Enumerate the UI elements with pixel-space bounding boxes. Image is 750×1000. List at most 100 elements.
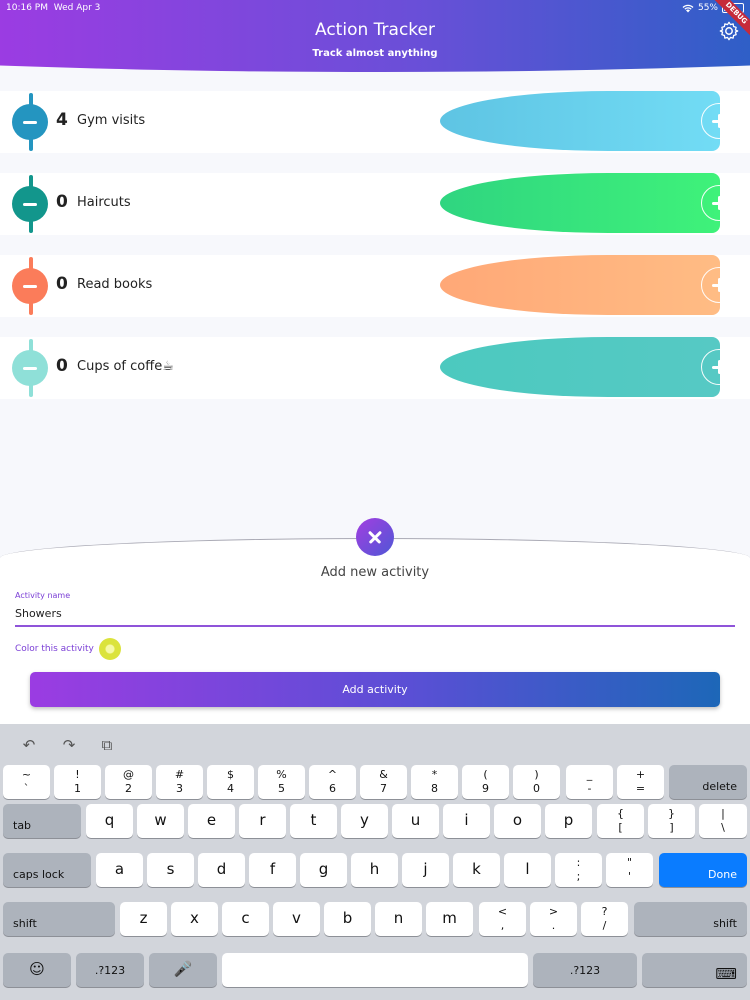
- delete-key[interactable]: delete: [669, 765, 747, 799]
- activity-row-read-books: 0 Read books: [0, 255, 750, 317]
- activity-name: Haircuts: [77, 195, 131, 210]
- activity-progress-bar: [440, 255, 720, 315]
- emoji-key[interactable]: ☺: [3, 953, 71, 987]
- key-semicolon[interactable]: :;: [555, 853, 602, 887]
- decrement-button[interactable]: [12, 268, 48, 304]
- key-8[interactable]: * 8: [411, 765, 458, 799]
- key-a[interactable]: a: [96, 853, 143, 887]
- key-i[interactable]: i: [443, 804, 490, 838]
- key-9[interactable]: (9: [462, 765, 509, 799]
- key-0[interactable]: ) 0: [513, 765, 560, 799]
- decrement-button[interactable]: [12, 186, 48, 222]
- key-2[interactable]: @2: [105, 765, 152, 799]
- key-backslash[interactable]: | \: [699, 804, 747, 838]
- key-o[interactable]: o: [494, 804, 541, 838]
- caps-lock-key[interactable]: caps lock: [3, 853, 91, 887]
- key-slash[interactable]: ? /: [581, 902, 628, 936]
- battery-percent: 55%: [697, 3, 718, 13]
- activity-name: Read books: [77, 277, 153, 292]
- key-h[interactable]: h: [351, 853, 398, 887]
- key-t[interactable]: t: [290, 804, 337, 838]
- key-q[interactable]: q: [86, 804, 133, 838]
- key-bracket-right[interactable]: }]: [648, 804, 695, 838]
- plus-icon: [712, 114, 726, 128]
- key-k[interactable]: k: [453, 853, 500, 887]
- key-n[interactable]: n: [375, 902, 422, 936]
- page-title: Action Tracker: [315, 20, 435, 40]
- redo-icon[interactable]: ↷: [60, 736, 78, 754]
- activity-progress-bar: [440, 173, 720, 233]
- key-quote[interactable]: " ': [606, 853, 653, 887]
- key-m[interactable]: m: [426, 902, 473, 936]
- key-backtick[interactable]: ~ `: [3, 765, 50, 799]
- plus-icon: [712, 196, 726, 210]
- key-p[interactable]: p: [545, 804, 592, 838]
- key-l[interactable]: l: [504, 853, 551, 887]
- activity-name-input[interactable]: [15, 601, 735, 627]
- key-j[interactable]: j: [402, 853, 449, 887]
- minus-icon: [23, 202, 37, 206]
- key-u[interactable]: u: [392, 804, 439, 838]
- minus-icon: [23, 366, 37, 370]
- key-f[interactable]: f: [249, 853, 296, 887]
- space-key[interactable]: [222, 953, 528, 987]
- key-comma[interactable]: <,: [479, 902, 526, 936]
- decrement-button[interactable]: [12, 350, 48, 386]
- done-key[interactable]: Done: [659, 853, 747, 887]
- activity-count: 4: [56, 110, 68, 130]
- dictation-key[interactable]: 🎤: [149, 953, 217, 987]
- add-activity-button[interactable]: Add activity: [30, 672, 720, 707]
- undo-icon[interactable]: ↶: [20, 736, 38, 754]
- increment-button[interactable]: [701, 185, 737, 221]
- key-y[interactable]: y: [341, 804, 388, 838]
- key-v[interactable]: v: [273, 902, 320, 936]
- minus-icon: [23, 284, 37, 288]
- close-panel-button[interactable]: [356, 518, 394, 556]
- increment-button[interactable]: [701, 349, 737, 385]
- color-activity-label: Color this activity: [15, 644, 94, 654]
- key-3[interactable]: #3: [156, 765, 203, 799]
- decrement-button[interactable]: [12, 104, 48, 140]
- activity-row-haircuts: 0 Haircuts: [0, 173, 750, 235]
- key-c[interactable]: c: [222, 902, 269, 936]
- key-4[interactable]: $4: [207, 765, 254, 799]
- numbers-key-right[interactable]: .?123: [533, 953, 637, 987]
- gear-icon[interactable]: [718, 20, 740, 42]
- page-subtitle: Track almost anything: [312, 48, 438, 59]
- key-g[interactable]: g: [300, 853, 347, 887]
- add-activity-title: Add new activity: [320, 565, 430, 580]
- key-b[interactable]: b: [324, 902, 371, 936]
- increment-button[interactable]: [701, 103, 737, 139]
- key-1[interactable]: ! 1: [54, 765, 101, 799]
- numbers-key-left[interactable]: .?123: [76, 953, 144, 987]
- emoji-icon: ☺: [29, 960, 45, 978]
- plus-icon: [712, 360, 726, 374]
- key-z[interactable]: z: [120, 902, 167, 936]
- key-period[interactable]: >.: [530, 902, 577, 936]
- key-w[interactable]: w: [137, 804, 184, 838]
- tab-key[interactable]: tab: [3, 804, 81, 838]
- key-equals[interactable]: + =: [617, 765, 664, 799]
- increment-button[interactable]: [701, 267, 737, 303]
- minus-icon: [23, 120, 37, 124]
- color-picker-swatch[interactable]: [99, 638, 121, 660]
- shift-right-key[interactable]: shift: [634, 902, 747, 936]
- key-6[interactable]: ^ 6: [309, 765, 356, 799]
- shift-left-key[interactable]: shift: [3, 902, 115, 936]
- key-d[interactable]: d: [198, 853, 245, 887]
- key-bracket-left[interactable]: {[: [597, 804, 644, 838]
- key-minus[interactable]: _ -: [566, 765, 613, 799]
- activity-progress-bar: [440, 337, 720, 397]
- hide-keyboard-key[interactable]: ⌨: [642, 953, 747, 987]
- key-5[interactable]: % 5: [258, 765, 305, 799]
- plus-icon: [712, 278, 726, 292]
- activity-name: Cups of coffe☕: [77, 359, 174, 374]
- key-7[interactable]: & 7: [360, 765, 407, 799]
- key-e[interactable]: e: [188, 804, 235, 838]
- activity-row-gym-visits: 4 Gym visits: [0, 91, 750, 153]
- paste-icon[interactable]: ⧉: [98, 736, 116, 754]
- key-r[interactable]: r: [239, 804, 286, 838]
- activity-count: 0: [56, 356, 68, 376]
- key-s[interactable]: s: [147, 853, 194, 887]
- key-x[interactable]: x: [171, 902, 218, 936]
